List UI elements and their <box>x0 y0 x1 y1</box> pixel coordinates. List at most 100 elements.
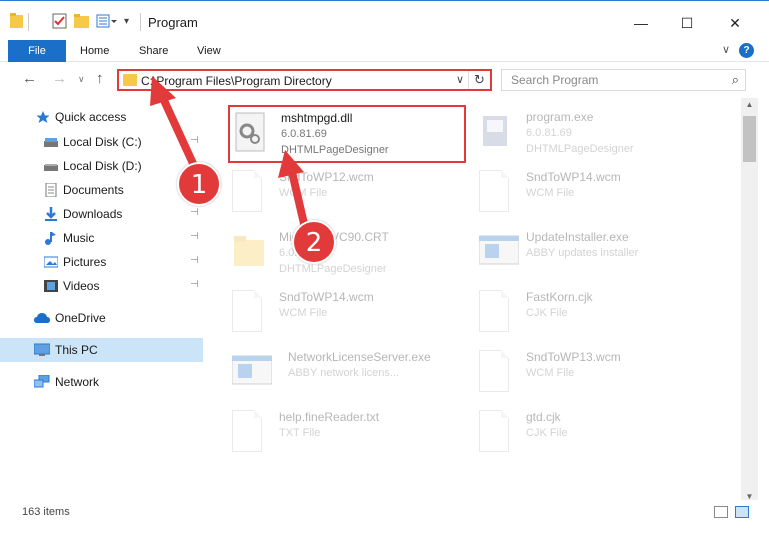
music-note-icon <box>44 231 58 245</box>
help-icon[interactable]: ? <box>739 43 754 58</box>
file-name: SndToWP12.wcm <box>279 170 374 184</box>
tab-home[interactable]: Home <box>80 40 109 62</box>
qa-dropdown-icon[interactable]: ▾ <box>124 13 136 33</box>
sidebar-item-downloads[interactable]: Downloads ⊣ <box>44 204 204 226</box>
file-description: ABBY updates installer <box>526 247 639 259</box>
file-name: gtd.cjk <box>526 410 561 424</box>
file-name: SndToWP14.wcm <box>526 170 621 184</box>
network-icon <box>33 374 50 389</box>
sidebar-item-label: This PC <box>55 343 98 357</box>
search-icon[interactable]: ⌕ <box>732 72 739 88</box>
close-button[interactable]: ✕ <box>712 9 758 37</box>
download-arrow-icon <box>44 207 58 221</box>
file-item[interactable]: help.fineReader.txt TXT File <box>232 406 462 460</box>
refresh-button[interactable]: ↻ <box>468 71 490 89</box>
ribbon: File Home Share View ∨ ? <box>0 40 769 94</box>
pictures-icon <box>43 255 59 269</box>
file-type: CJK File <box>526 307 568 319</box>
sidebar-item-label: Network <box>55 375 100 389</box>
file-icon <box>232 290 262 332</box>
file-version: 6.0.81.69 <box>281 128 327 140</box>
sidebar-item-music[interactable]: Music ⊣ <box>44 228 204 250</box>
file-name: program.exe <box>526 110 594 124</box>
qa-separator <box>140 13 141 31</box>
file-item[interactable]: mshtmpgd.dll 6.0.81.69 DHTMLPageDesigner <box>234 107 464 161</box>
file-type: CJK File <box>526 427 568 439</box>
installer-icon <box>231 350 273 392</box>
sidebar-item-pictures[interactable]: Pictures ⊣ <box>43 252 204 274</box>
navigation-bar: ← → ∨ ↑ C:\Program Files\Program Directo… <box>0 62 769 98</box>
pin-icon: ⊣ <box>190 207 199 218</box>
file-icon <box>232 170 262 212</box>
details-view-icon[interactable] <box>714 506 728 518</box>
recent-locations-button[interactable]: ∨ <box>78 74 85 85</box>
file-type: TXT File <box>279 427 321 439</box>
file-item[interactable]: program.exe 6.0.81.69 DHTMLPageDesigner <box>479 106 709 160</box>
settings-file-icon <box>234 111 268 153</box>
file-item[interactable]: FastKorn.cjk CJK File <box>479 286 709 340</box>
file-name: UpdateInstaller.exe <box>526 230 629 244</box>
ribbon-expand-icon[interactable]: ∨ <box>722 43 730 56</box>
sidebar-item-label: Downloads <box>63 207 123 221</box>
highlighted-file-item[interactable]: mshtmpgd.dll 6.0.81.69 DHTMLPageDesigner <box>228 105 466 163</box>
file-item[interactable]: Microsoft.VC90.CRT 6.0.81.69 DHTMLPageDe… <box>232 226 462 280</box>
new-folder-icon[interactable] <box>74 13 90 33</box>
file-item[interactable]: SndToWP12.wcm WCM File <box>232 166 462 220</box>
callout-badge-2: 2 <box>292 220 336 264</box>
file-name: FastKorn.cjk <box>526 290 593 304</box>
sidebar-item-label: Videos <box>63 279 100 293</box>
file-name: SndToWP13.wcm <box>526 350 621 364</box>
file-name: NetworkLicenseServer.exe <box>288 350 431 364</box>
file-version: 6.0.81.69 <box>526 127 572 139</box>
customize-view-icon[interactable] <box>96 13 118 33</box>
film-icon <box>44 279 58 293</box>
sidebar-item-label: Quick access <box>55 110 127 124</box>
sidebar-item-label: Documents <box>63 183 124 197</box>
file-icon <box>232 410 262 452</box>
tab-share[interactable]: Share <box>139 40 168 62</box>
drive-icon <box>44 135 58 149</box>
file-item[interactable]: gtd.cjk CJK File <box>479 406 709 460</box>
up-button[interactable]: ↑ <box>96 70 104 87</box>
file-icon <box>479 290 509 332</box>
vertical-scrollbar[interactable]: ▲ ▼ <box>741 98 758 504</box>
callout-badge-1: 1 <box>177 162 221 206</box>
file-icon <box>479 170 509 212</box>
window-title: Program <box>148 15 198 30</box>
tab-view[interactable]: View <box>197 40 221 62</box>
large-icons-view-icon[interactable] <box>735 506 749 518</box>
file-description: DHTMLPageDesigner <box>526 143 634 155</box>
back-button[interactable]: ← <box>22 70 37 87</box>
address-dropdown-icon[interactable]: ∨ <box>456 73 464 86</box>
address-bar[interactable]: C:\Program Files\Program Directory ∨ ↻ <box>117 69 492 91</box>
minimize-button[interactable]: — <box>618 9 664 37</box>
file-description: DHTMLPageDesigner <box>279 263 387 275</box>
file-icon <box>479 410 509 452</box>
file-item[interactable]: SndToWP14.wcm WCM File <box>232 286 462 340</box>
forward-button[interactable]: → <box>52 70 67 87</box>
pin-icon: ⊣ <box>190 255 199 266</box>
pin-icon: ⊣ <box>190 279 199 290</box>
drive-icon <box>44 159 58 173</box>
pin-icon: ⊣ <box>190 135 199 146</box>
file-item[interactable]: SndToWP14.wcm WCM File <box>479 166 709 220</box>
sidebar-item-local-disk-c[interactable]: Local Disk (C:) ⊣ <box>44 132 204 154</box>
maximize-button[interactable]: ☐ <box>664 9 710 37</box>
scroll-up-icon[interactable]: ▲ <box>741 98 758 112</box>
file-item[interactable]: SndToWP13.wcm WCM File <box>479 346 709 400</box>
address-path[interactable]: C:\Program Files\Program Directory <box>141 74 332 88</box>
scroll-thumb[interactable] <box>743 116 756 162</box>
search-input[interactable]: Search Program ⌕ <box>501 69 746 91</box>
sidebar-item-videos[interactable]: Videos ⊣ <box>44 276 204 298</box>
sidebar-item-label: OneDrive <box>55 311 106 325</box>
file-name: help.fineReader.txt <box>279 410 380 424</box>
file-type: WCM File <box>279 307 328 319</box>
pin-icon: ⊣ <box>190 231 199 242</box>
folder-icon <box>10 13 24 33</box>
file-item[interactable]: NetworkLicenseServer.exe ABBY network li… <box>231 346 462 400</box>
file-item[interactable]: UpdateInstaller.exe ABBY updates install… <box>478 226 709 280</box>
properties-icon[interactable] <box>52 13 68 33</box>
title-bar: ▾ Program — ☐ ✕ <box>0 0 769 40</box>
search-placeholder: Search Program <box>511 73 599 87</box>
file-name: SndToWP14.wcm <box>279 290 374 304</box>
